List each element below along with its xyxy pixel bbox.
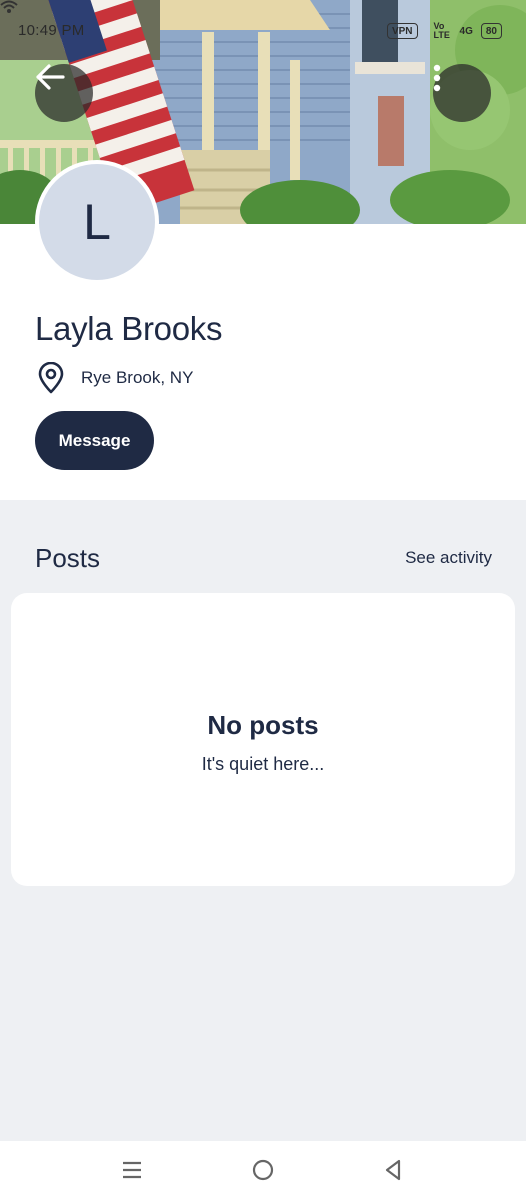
volte-label: Vo LTE <box>433 21 450 40</box>
avatar: L <box>35 160 159 284</box>
vertical-ellipsis-icon <box>433 64 441 92</box>
arrow-left-icon <box>36 64 65 90</box>
status-time: 10:49 PM <box>18 22 85 39</box>
home-button[interactable] <box>248 1155 278 1185</box>
posts-card: No posts It's quiet here... <box>11 593 515 886</box>
profile-name: Layla Brooks <box>35 310 223 347</box>
back-button[interactable] <box>35 64 93 122</box>
profile-location: Rye Brook, NY <box>37 362 193 394</box>
system-nav-bar <box>0 1141 526 1200</box>
home-circle-icon <box>252 1159 274 1181</box>
recent-apps-button[interactable] <box>117 1155 147 1185</box>
back-triangle-icon <box>385 1159 401 1181</box>
avatar-initial: L <box>83 194 111 250</box>
system-back-button[interactable] <box>378 1155 408 1185</box>
battery-icon: 80 <box>480 23 502 39</box>
vpn-icon: VPN <box>386 23 418 39</box>
more-options-button[interactable] <box>433 64 491 122</box>
posts-heading: Posts <box>35 543 101 573</box>
network-label: 4G <box>459 25 473 37</box>
see-activity-link[interactable]: See activity <box>405 548 492 568</box>
status-icons: VPN Vo LTE 4G 80 <box>0 0 502 40</box>
location-text: Rye Brook, NY <box>81 368 194 387</box>
map-pin-icon <box>38 362 64 394</box>
menu-icon <box>123 1161 141 1179</box>
empty-state-title: No posts <box>207 710 319 740</box>
empty-state-subtitle: It's quiet here... <box>201 754 325 774</box>
message-button[interactable]: Message <box>35 411 154 470</box>
status-bar: 10:49 PM VPN Vo LTE 4G 80 <box>0 0 526 66</box>
